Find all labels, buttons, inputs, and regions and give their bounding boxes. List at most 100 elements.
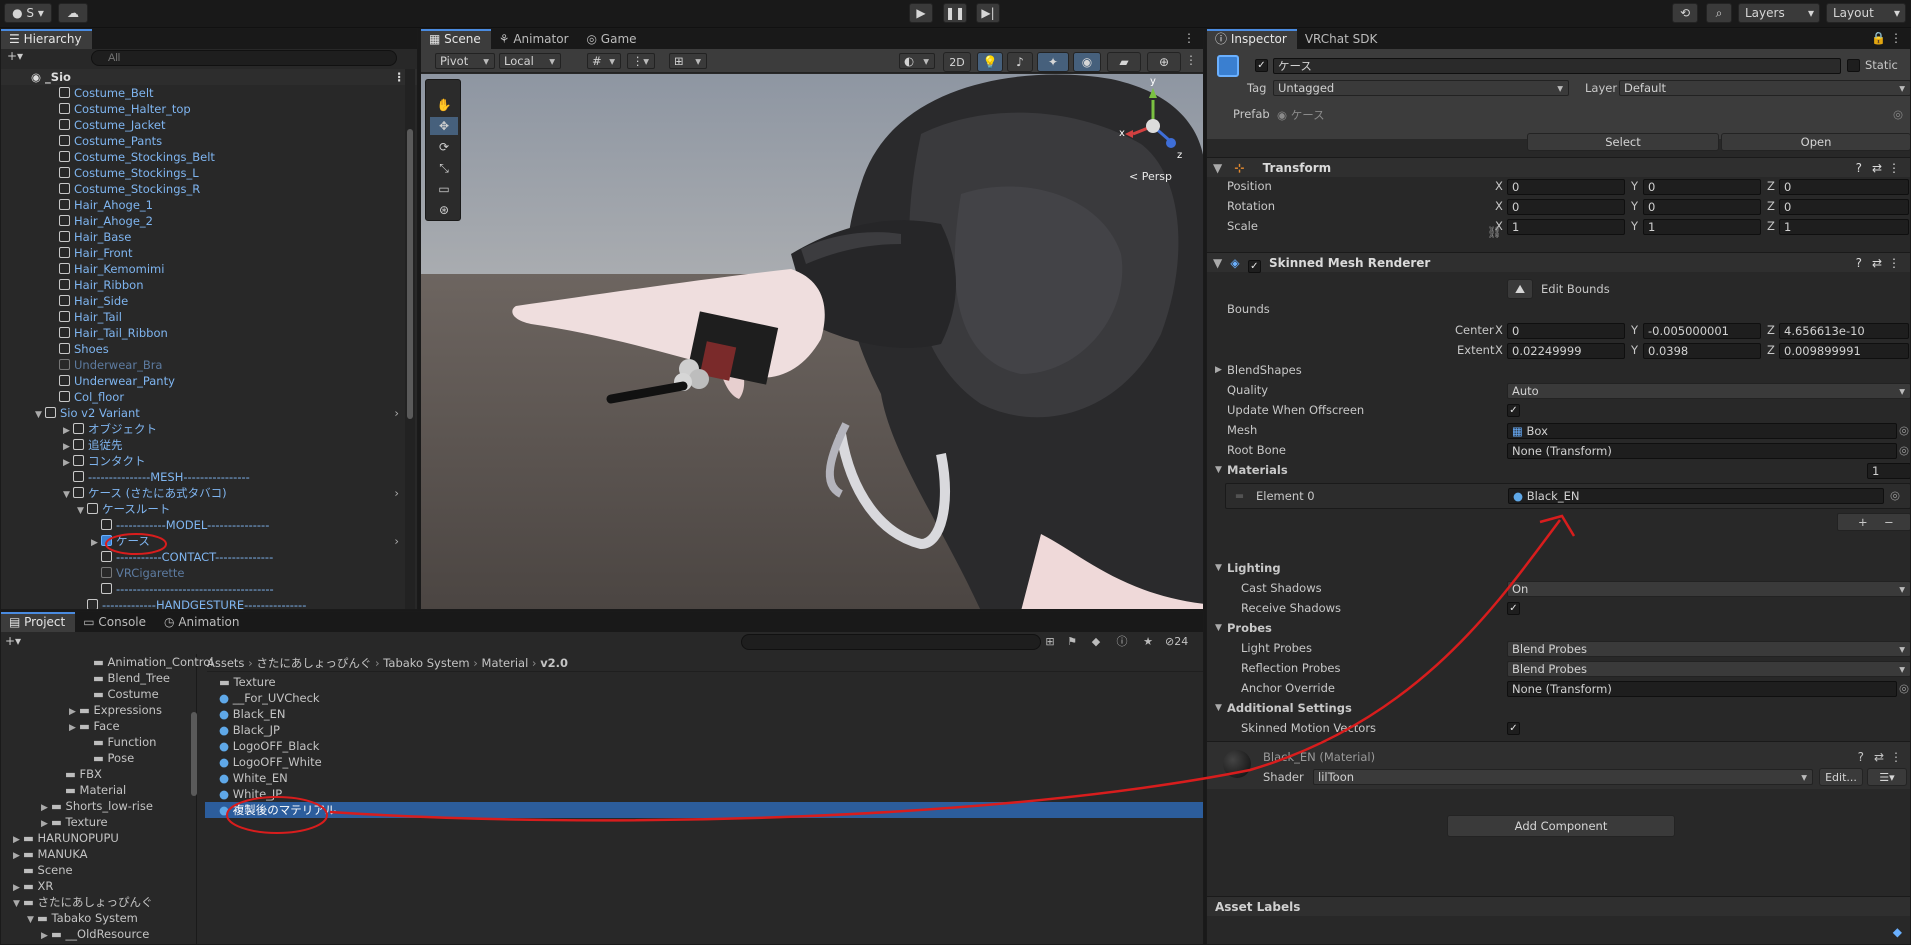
- hierarchy-row[interactable]: Hair_Ahoge_1: [1, 197, 405, 213]
- tab-hierarchy[interactable]: ☰ Hierarchy: [1, 29, 92, 49]
- tab-animation[interactable]: ◷ Animation: [156, 612, 249, 632]
- smr-header[interactable]: ▼ ◈ ✓ Skinned Mesh Renderer ? ⇄ ⋮: [1207, 252, 1910, 273]
- add-icon[interactable]: +▾: [7, 49, 23, 63]
- hierarchy-row[interactable]: ▼ ケースルート: [1, 501, 405, 517]
- foldout-arrow-icon[interactable]: ▼: [27, 912, 37, 928]
- asset-row[interactable]: ● LogoOFF_Black: [205, 738, 1203, 754]
- tree-folder-row[interactable]: ▬ Costume: [83, 686, 159, 702]
- label-tag-icon[interactable]: ◆: [1893, 925, 1902, 939]
- object-picker-icon[interactable]: ◎: [1890, 488, 1900, 502]
- hierarchy-search-input[interactable]: [91, 50, 397, 66]
- materials-foldout-label[interactable]: Materials: [1227, 463, 1288, 477]
- tree-folder-row[interactable]: ▬ Material: [55, 782, 126, 798]
- presets-icon[interactable]: ⇄: [1872, 158, 1882, 178]
- tree-folder-row[interactable]: ▬ Scene: [13, 862, 73, 878]
- filter-icon[interactable]: ⚑: [1063, 634, 1081, 650]
- hierarchy-row[interactable]: --------------------------------------: [1, 581, 405, 597]
- vector-z-field[interactable]: 4.656613e-10: [1779, 323, 1909, 339]
- vector-z-field[interactable]: 1: [1779, 219, 1909, 235]
- foldout-arrow-icon[interactable]: ▼: [1215, 703, 1222, 713]
- tab-project[interactable]: ▤ Project: [1, 612, 76, 632]
- move-tool-icon[interactable]: ✥: [430, 117, 458, 135]
- foldout-arrow-icon[interactable]: ▼: [1215, 623, 1222, 633]
- shader-edit-button[interactable]: Edit...: [1819, 768, 1863, 786]
- tree-folder-row[interactable]: ▶ ▬ HARUNOPUPU: [13, 830, 119, 846]
- more-icon[interactable]: ⋮: [1183, 31, 1195, 45]
- help-icon[interactable]: ?: [1856, 158, 1862, 178]
- tag-dropdown[interactable]: Untagged: [1273, 80, 1569, 96]
- hierarchy-row[interactable]: -------------HANDGESTURE---------------: [1, 597, 405, 609]
- tree-folder-row[interactable]: ▶ ▬ Face: [69, 718, 120, 734]
- drag-handle-icon[interactable]: ═: [1236, 489, 1243, 503]
- layers-dropdown[interactable]: Layers ▾: [1738, 3, 1820, 23]
- star-icon[interactable]: ★: [1139, 634, 1157, 650]
- presets-icon[interactable]: ⇄: [1872, 253, 1882, 273]
- asset-labels-header[interactable]: Asset Labels: [1207, 896, 1910, 916]
- lighting-toggle[interactable]: 💡: [977, 52, 1003, 72]
- gizmos-dropdown[interactable]: ⊕: [1147, 52, 1181, 72]
- expand-right-icon[interactable]: ›: [394, 405, 399, 421]
- tree-folder-row[interactable]: ▶ ▬ Shorts_low-rise: [41, 798, 153, 814]
- asset-row[interactable]: ● White_EN: [205, 770, 1203, 786]
- prefab-value[interactable]: ◉ ケース: [1277, 107, 1325, 123]
- breadcrumb-item[interactable]: v2.0: [540, 656, 568, 670]
- play-button[interactable]: ▶: [909, 3, 933, 23]
- tree-folder-row[interactable]: ▶ ▬ Expressions: [69, 702, 162, 718]
- project-search-input[interactable]: [741, 634, 1041, 650]
- hierarchy-row[interactable]: ▼ Sio v2 Variant ›: [1, 405, 405, 421]
- breadcrumb-item[interactable]: Material: [482, 656, 529, 670]
- hierarchy-row[interactable]: Hair_Tail: [1, 309, 405, 325]
- increment-dropdown[interactable]: ⊞: [669, 53, 707, 69]
- tree-folder-row[interactable]: ▬ Blend_Tree: [83, 670, 170, 686]
- add-component-button[interactable]: Add Component: [1447, 815, 1675, 837]
- asset-row[interactable]: ● Black_JP: [205, 722, 1203, 738]
- vector-y-field[interactable]: 0: [1643, 179, 1761, 195]
- transform-tool-icon[interactable]: ⊛: [430, 201, 458, 219]
- constrain-proportions-icon[interactable]: ⛓: [1487, 225, 1502, 239]
- tab-inspector[interactable]: ⓘ Inspector: [1207, 29, 1297, 49]
- vector-y-field[interactable]: 0: [1643, 199, 1761, 215]
- hierarchy-row[interactable]: Costume_Stockings_Belt: [1, 149, 405, 165]
- cast-shadows-dropdown[interactable]: On: [1507, 581, 1910, 597]
- hierarchy-row[interactable]: -----------CONTACT--------------: [1, 549, 405, 565]
- lock-icon[interactable]: 🔒: [1871, 31, 1886, 45]
- tree-folder-row[interactable]: ▶ ▬ __OldResource: [41, 926, 149, 942]
- prefab-open-button[interactable]: Open: [1721, 133, 1910, 151]
- additional-settings-foldout-label[interactable]: Additional Settings: [1227, 701, 1352, 715]
- tree-scrollbar-thumb[interactable]: [191, 712, 197, 796]
- vector-x-field[interactable]: 0: [1507, 199, 1625, 215]
- remove-element-icon[interactable]: −: [1884, 515, 1894, 529]
- rect-tool-icon[interactable]: ▭: [430, 180, 458, 198]
- shading-dropdown[interactable]: ◐: [899, 53, 935, 69]
- mesh-field[interactable]: ▦ Box: [1507, 423, 1897, 439]
- snap-dropdown[interactable]: ⋮: [627, 53, 655, 69]
- hierarchy-row[interactable]: Hair_Kemomimi: [1, 261, 405, 277]
- tab-console[interactable]: ▭ Console: [75, 612, 156, 632]
- hierarchy-row[interactable]: Costume_Pants: [1, 133, 405, 149]
- more-icon[interactable]: ⋮: [394, 69, 406, 85]
- scale-tool-icon[interactable]: ⤡: [430, 159, 458, 177]
- hand-tool-icon[interactable]: ✋: [430, 96, 458, 114]
- asset-row[interactable]: ▬ Texture: [205, 674, 1203, 690]
- hierarchy-row[interactable]: Hair_Base: [1, 229, 405, 245]
- object-picker-icon[interactable]: ◎: [1899, 443, 1909, 457]
- history-button[interactable]: ⟲: [1672, 3, 1698, 23]
- vector-x-field[interactable]: 0.02249999: [1507, 343, 1625, 359]
- hierarchy-row[interactable]: VRCigarette: [1, 565, 405, 581]
- tree-folder-row[interactable]: ▶ ▬ MANUKA: [13, 846, 88, 862]
- hierarchy-row[interactable]: ▶ 追従先: [1, 437, 405, 453]
- hierarchy-row[interactable]: ▶ コンタクト: [1, 453, 405, 469]
- vector-y-field[interactable]: 1: [1643, 219, 1761, 235]
- 2d-toggle[interactable]: 2D: [943, 52, 971, 72]
- cloud-button[interactable]: ☁: [58, 3, 88, 23]
- scrollbar-thumb[interactable]: [407, 129, 413, 419]
- asset-row[interactable]: ● 複製後のマテリアル: [205, 802, 1203, 818]
- tree-folder-row[interactable]: ▼ ▬ さたにあしょっぴんぐ: [13, 894, 153, 910]
- update-offscreen-checkbox[interactable]: ✓: [1507, 404, 1520, 417]
- tab-animator[interactable]: ⚘ Animator: [491, 29, 579, 49]
- object-picker-icon[interactable]: ◎: [1899, 423, 1909, 437]
- light-probes-dropdown[interactable]: Blend Probes: [1507, 641, 1910, 657]
- label-icon[interactable]: ◆: [1087, 634, 1105, 650]
- foldout-arrow-icon[interactable]: ▼: [1215, 465, 1222, 475]
- hierarchy-row[interactable]: Costume_Belt: [1, 85, 405, 101]
